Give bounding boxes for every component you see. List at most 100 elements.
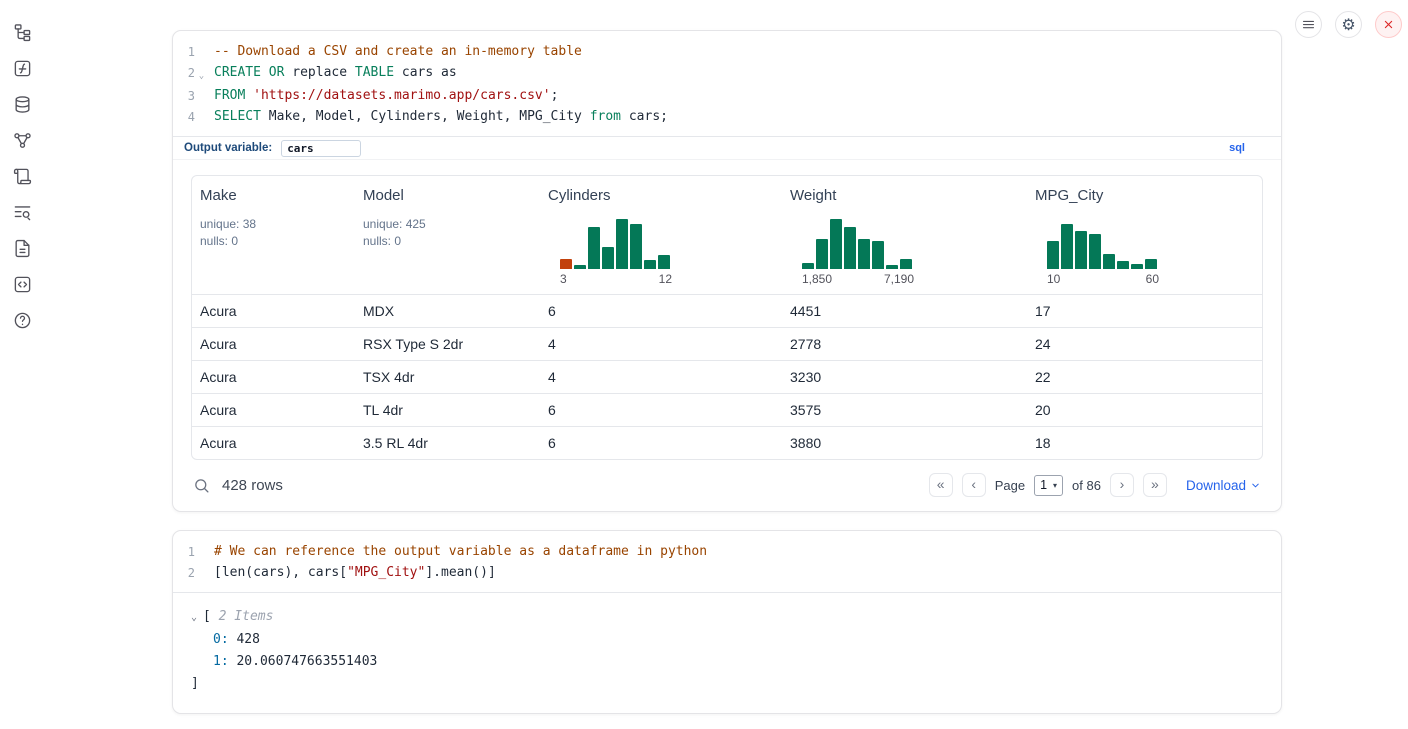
python-cell: 1# We can reference the output variable … <box>172 530 1282 714</box>
histogram-bar <box>872 241 884 269</box>
table-row: AcuraMDX6445117 <box>192 294 1262 327</box>
output-entry: 0: 428 <box>191 629 1263 651</box>
histogram-bar <box>858 239 870 269</box>
histogram-bar <box>802 263 814 269</box>
table-cell: 3.5 RL 4dr <box>355 435 540 451</box>
sidebar-logs-button[interactable] <box>12 166 32 186</box>
fold-spacer <box>195 107 208 128</box>
column-header-weight[interactable]: Weight 1,850 7,190 <box>782 176 1027 294</box>
text-search-icon <box>13 203 32 222</box>
histogram-bar <box>602 247 614 269</box>
page-label: Page <box>995 478 1025 493</box>
first-page-button[interactable]: « <box>929 473 953 497</box>
histogram-bar <box>1089 234 1101 269</box>
output-open-line: ⌄[ 2 Items <box>191 606 1263 629</box>
page-select[interactable]: 1 ▾ <box>1034 475 1063 496</box>
nulls-stat: nulls: 0 <box>363 233 532 250</box>
histogram-bar <box>574 265 586 269</box>
table-output-area: Make unique: 38 nulls: 0 Model unique: 4… <box>173 159 1281 511</box>
sidebar-documentation-button[interactable] <box>12 202 32 222</box>
fold-spacer <box>195 42 208 63</box>
table-row: AcuraTSX 4dr4323022 <box>192 360 1262 393</box>
hist-max-label: 12 <box>659 272 672 286</box>
table-cell: 24 <box>1027 336 1262 352</box>
open-bracket: [ <box>203 609 211 624</box>
fold-chevron-icon[interactable]: ⌄ <box>195 63 208 87</box>
python-code-editor[interactable]: 1# We can reference the output variable … <box>173 531 1281 592</box>
table-cell: 3230 <box>782 369 1027 385</box>
histogram-bar <box>816 239 828 269</box>
next-page-button[interactable]: › <box>1110 473 1134 497</box>
sidebar-file-explorer-button[interactable] <box>12 238 32 258</box>
sidebar-dependency-graph-button[interactable] <box>12 130 32 150</box>
column-header-model[interactable]: Model unique: 425 nulls: 0 <box>355 176 540 294</box>
line-number: 2 <box>173 563 195 584</box>
table-row: Acura3.5 RL 4dr6388018 <box>192 426 1262 459</box>
sidebar-file-tree-button[interactable] <box>12 22 32 42</box>
table-cell: 17 <box>1027 303 1262 319</box>
table-cell: Acura <box>192 369 355 385</box>
table-cell: 18 <box>1027 435 1262 451</box>
menu-icon <box>1301 17 1316 32</box>
histogram-bar <box>900 259 912 269</box>
table-cell: 4 <box>540 369 782 385</box>
code-line: 2⌄CREATE OR replace TABLE cars as <box>173 63 1281 87</box>
search-icon <box>193 477 210 494</box>
table-cell: Acura <box>192 303 355 319</box>
sidebar-help-button[interactable] <box>12 310 32 330</box>
settings-button[interactable]: ⚙ <box>1335 11 1362 38</box>
nulls-stat: nulls: 0 <box>200 233 347 250</box>
histogram-bar <box>616 219 628 269</box>
line-number: 4 <box>173 107 195 128</box>
table-cell: 3575 <box>782 402 1027 418</box>
mpg-city-histogram <box>1047 217 1254 269</box>
output-entry: 1: 20.060747663551403 <box>191 651 1263 673</box>
sidebar <box>0 0 44 729</box>
column-header-make[interactable]: Make unique: 38 nulls: 0 <box>192 176 355 294</box>
last-page-button[interactable]: » <box>1143 473 1167 497</box>
code-text: CREATE OR replace TABLE cars as <box>208 63 457 87</box>
line-number: 1 <box>173 42 195 63</box>
sql-code-editor[interactable]: 1-- Download a CSV and create an in-memo… <box>173 31 1281 136</box>
collapse-chevron-icon[interactable]: ⌄ <box>191 607 203 629</box>
sidebar-snippets-button[interactable] <box>12 274 32 294</box>
sidebar-scratchpad-button[interactable] <box>12 58 32 78</box>
histogram-bar <box>1117 261 1129 269</box>
search-button[interactable] <box>193 477 210 494</box>
table-cell: 3880 <box>782 435 1027 451</box>
pagination: « ‹ Page 1 ▾ of 86 › » Download <box>929 473 1261 497</box>
menu-button[interactable] <box>1295 11 1322 38</box>
shutdown-button[interactable] <box>1375 11 1402 38</box>
entry-key: 1: <box>213 654 229 669</box>
histogram-bar <box>1061 224 1073 269</box>
code-line: 3FROM 'https://datasets.marimo.app/cars.… <box>173 86 1281 107</box>
entry-key: 0: <box>213 632 229 647</box>
hist-min-label: 1,850 <box>802 272 832 286</box>
page-select-value: 1 <box>1040 478 1047 492</box>
table-row: AcuraRSX Type S 2dr4277824 <box>192 327 1262 360</box>
column-header-mpg-city[interactable]: MPG_City 10 60 <box>1027 176 1262 294</box>
line-number: 2 <box>173 63 195 87</box>
histogram-bar <box>630 224 642 269</box>
sql-cell: 1-- Download a CSV and create an in-memo… <box>172 30 1282 512</box>
histogram-bar <box>588 227 600 269</box>
output-variable-input[interactable] <box>281 140 361 157</box>
table-cell: Acura <box>192 435 355 451</box>
sidebar-datasources-button[interactable] <box>12 94 32 114</box>
table-cell: Acura <box>192 402 355 418</box>
code-text: # We can reference the output variable a… <box>208 542 707 563</box>
file-text-icon <box>13 239 32 258</box>
function-icon <box>13 59 32 78</box>
histogram-bar <box>644 260 656 269</box>
histogram-bar <box>1103 254 1115 269</box>
download-button[interactable]: Download <box>1186 478 1261 493</box>
table-header-row: Make unique: 38 nulls: 0 Model unique: 4… <box>192 176 1262 294</box>
column-header-cylinders[interactable]: Cylinders 3 12 <box>540 176 782 294</box>
close-bracket: ] <box>191 673 1263 695</box>
code-line: 4SELECT Make, Model, Cylinders, Weight, … <box>173 107 1281 128</box>
dependency-graph-icon <box>13 131 32 150</box>
prev-page-button[interactable]: ‹ <box>962 473 986 497</box>
histogram-bar <box>1131 264 1143 269</box>
file-tree-icon <box>13 23 32 42</box>
scroll-icon <box>13 167 32 186</box>
